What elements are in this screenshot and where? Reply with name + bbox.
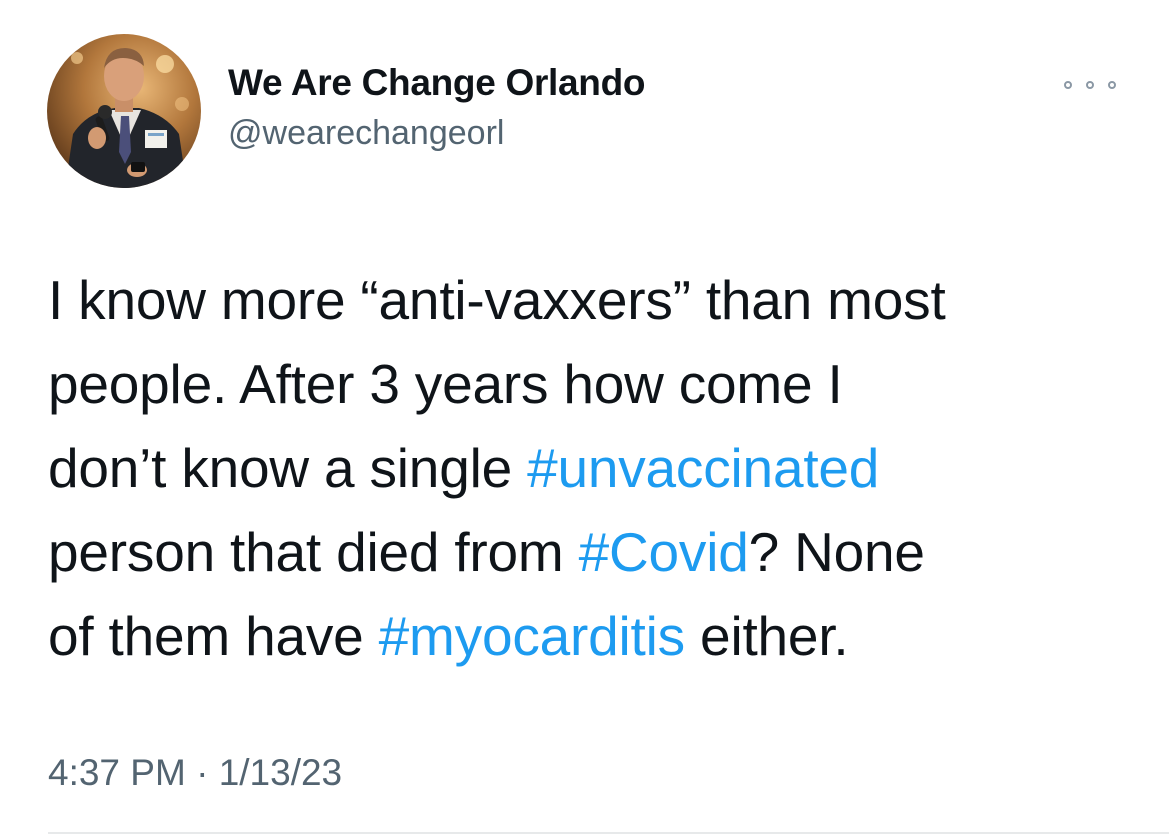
hashtag-link[interactable]: #unvaccinated	[527, 437, 879, 499]
tweet-text-line: people. After 3 years how come I	[48, 342, 1138, 426]
more-horizontal-icon	[1064, 81, 1072, 89]
tweet-text-segment: people. After 3 years how come I	[48, 353, 843, 415]
tweet-text-line: of them have #myocarditis either.	[48, 594, 1138, 678]
hashtag-link[interactable]: #Covid	[579, 521, 749, 583]
author-display-name[interactable]: We Are Change Orlando	[228, 62, 646, 104]
more-options-button[interactable]	[1064, 72, 1116, 98]
tweet-timestamp: 4:37 PM · 1/13/23	[48, 752, 342, 794]
tweet-text-segment: person that died from	[48, 521, 579, 583]
avatar[interactable]	[47, 34, 201, 188]
tweet-time[interactable]: 4:37 PM	[48, 752, 186, 793]
tweet-text-line: don’t know a single #unvaccinated	[48, 426, 1138, 510]
tweet-text-segment: of them have	[48, 605, 379, 667]
tweet-text-line: I know more “anti-vaxxers” than most	[48, 258, 1138, 342]
more-horizontal-icon	[1086, 81, 1094, 89]
tweet-date[interactable]: 1/13/23	[219, 752, 342, 793]
hashtag-link[interactable]: #myocarditis	[379, 605, 686, 667]
timestamp-separator: ·	[196, 752, 209, 793]
tweet-card: We Are Change Orlando @wearechangeorl I …	[0, 0, 1169, 837]
tweet-text-segment: don’t know a single	[48, 437, 528, 499]
tweet-text-segment: either.	[684, 605, 849, 667]
tweet-text-line: person that died from #Covid? None	[48, 510, 1138, 594]
divider	[48, 832, 1169, 834]
tweet-text-segment: I know more “anti-vaxxers” than most	[48, 269, 946, 331]
tweet-text-segment: ? None	[748, 521, 925, 583]
author-handle[interactable]: @wearechangeorl	[228, 114, 504, 153]
tweet-text: I know more “anti-vaxxers” than most peop…	[48, 258, 1138, 678]
more-horizontal-icon	[1108, 81, 1116, 89]
profile-photo	[47, 34, 201, 188]
